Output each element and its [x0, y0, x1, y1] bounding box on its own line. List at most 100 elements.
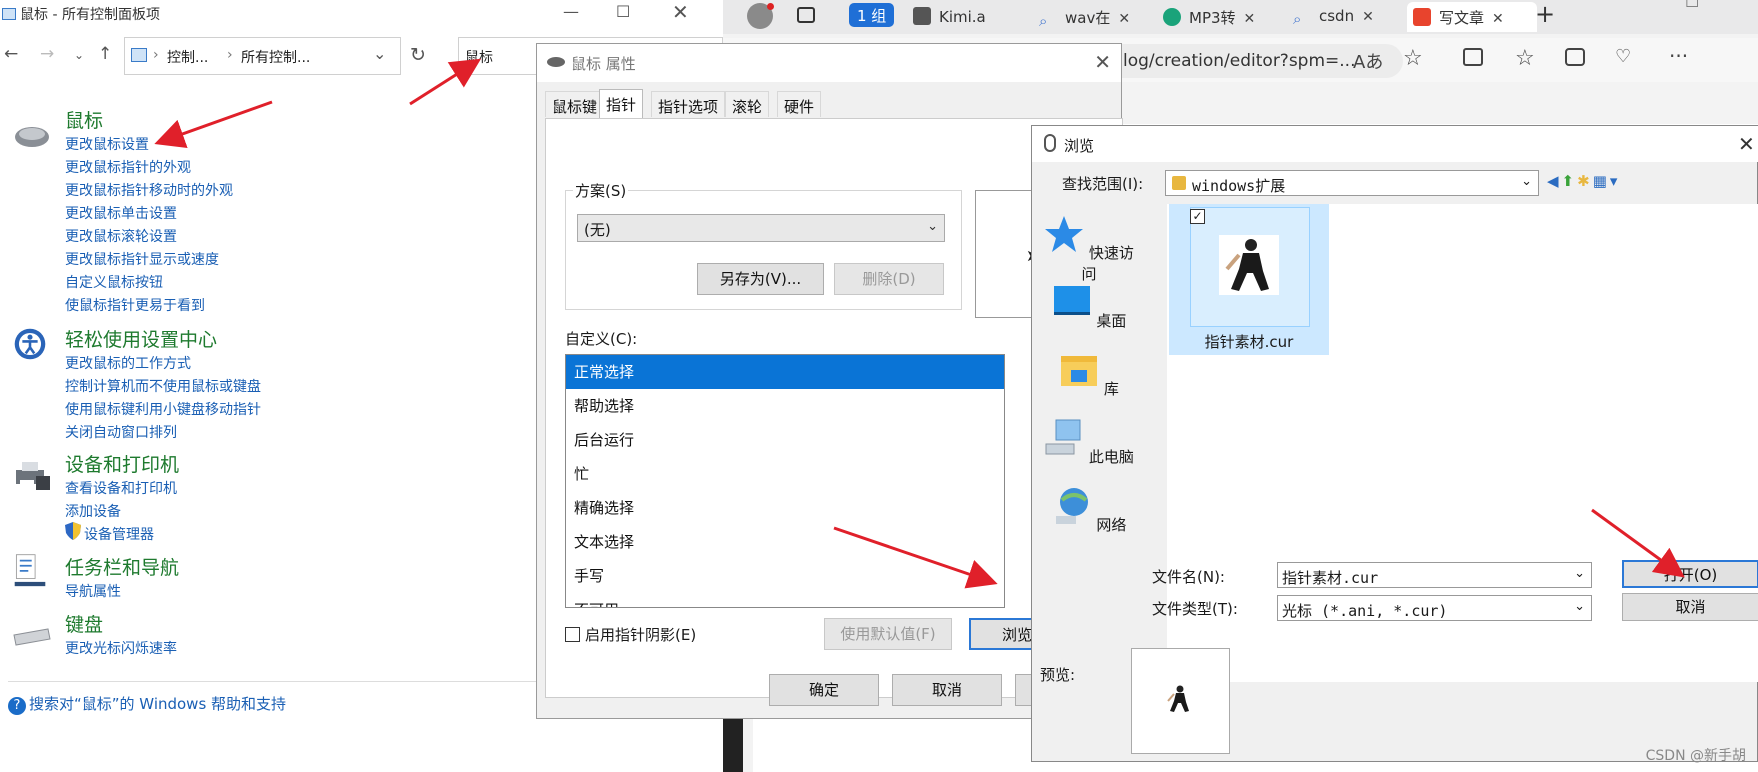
- shadow-checkbox[interactable]: 启用指针阴影(E): [565, 624, 696, 645]
- chevron-down-icon[interactable]: ⌄: [373, 44, 386, 63]
- tab-kimi[interactable]: Kimi.a: [913, 2, 1023, 32]
- close-icon[interactable]: ✕: [672, 0, 689, 24]
- cancel-button[interactable]: 取消: [892, 674, 1002, 706]
- link-custom-buttons[interactable]: 自定义鼠标按钮: [65, 272, 163, 292]
- category-title-keyboard[interactable]: 键盘: [65, 610, 103, 637]
- address-bar[interactable]: › 控制... › 所有控制... ⌄: [124, 37, 401, 75]
- link-no-mouse-keyboard[interactable]: 控制计算机而不使用鼠标或键盘: [65, 376, 261, 396]
- tab-csdn[interactable]: ⌕ csdn ✕: [1293, 2, 1403, 32]
- category-title-devices[interactable]: 设备和打印机: [65, 450, 179, 477]
- tab-wheel[interactable]: 滚轮: [725, 91, 770, 117]
- list-item[interactable]: 后台运行: [566, 423, 1004, 457]
- close-tab-icon[interactable]: ✕: [1118, 11, 1130, 27]
- link-add-device[interactable]: 添加设备: [65, 501, 121, 521]
- customize-label: 自定义(C):: [565, 330, 638, 348]
- link-cursor-blink[interactable]: 更改光标闪烁速率: [65, 638, 177, 658]
- place-quick-access[interactable]: 快速访问: [1044, 214, 1134, 284]
- back-icon[interactable]: ←: [4, 44, 18, 64]
- minimize-icon[interactable]: —: [563, 2, 579, 21]
- tab-buttons[interactable]: 鼠标键: [545, 91, 605, 117]
- forward-icon[interactable]: →: [40, 44, 54, 64]
- list-item[interactable]: 不可用: [566, 593, 1004, 607]
- tab-group-label[interactable]: 1 组: [849, 3, 895, 27]
- use-default-button[interactable]: 使用默认值(F): [824, 618, 952, 650]
- close-icon[interactable]: ✕: [1738, 132, 1755, 156]
- look-in-label: 查找范围(I):: [1062, 175, 1144, 193]
- link-device-manager[interactable]: 设备管理器: [84, 524, 154, 544]
- link-change-mouse-settings[interactable]: 更改鼠标设置: [65, 134, 149, 154]
- folder-toolbar: ◀⬆✱▦▾: [1547, 172, 1620, 190]
- link-pointer-speed[interactable]: 更改鼠标指针显示或速度: [65, 249, 219, 269]
- collections-icon[interactable]: [1565, 48, 1585, 66]
- places-bar: 快速访问 桌面 库 此电脑 网络: [1034, 202, 1144, 680]
- list-item[interactable]: 手写: [566, 559, 1004, 593]
- tab-wav[interactable]: ⌕ wav在 ✕: [1039, 2, 1149, 32]
- maximize-icon[interactable]: ☐: [616, 2, 630, 21]
- ok-button[interactable]: 确定: [769, 674, 879, 706]
- link-mouse-work[interactable]: 更改鼠标的工作方式: [65, 353, 191, 373]
- tab-mp3[interactable]: MP3转 ✕: [1163, 2, 1283, 32]
- list-item[interactable]: 帮助选择: [566, 389, 1004, 423]
- close-tab-icon[interactable]: ✕: [1362, 9, 1374, 25]
- new-folder-icon[interactable]: ✱: [1577, 172, 1593, 190]
- favorite-star-icon[interactable]: ☆: [1403, 46, 1423, 71]
- window-restore-icon[interactable]: ☐: [1685, 0, 1699, 11]
- tab-hardware[interactable]: 硬件: [777, 91, 822, 117]
- place-library[interactable]: 库: [1044, 350, 1134, 399]
- close-tab-icon[interactable]: ✕: [1244, 11, 1256, 27]
- tab-actions-icon[interactable]: [797, 7, 815, 23]
- link-wheel-settings[interactable]: 更改鼠标滚轮设置: [65, 226, 177, 246]
- list-item[interactable]: 文本选择: [566, 525, 1004, 559]
- link-navigation-properties[interactable]: 导航属性: [65, 581, 121, 601]
- filetype-select[interactable]: 光标 (*.ani, *.cur) ⌄: [1277, 595, 1592, 621]
- close-icon[interactable]: ✕: [1094, 50, 1111, 74]
- link-click-settings[interactable]: 更改鼠标单击设置: [65, 203, 177, 223]
- tab-write-article[interactable]: 写文章 ✕: [1407, 2, 1537, 32]
- new-tab-icon[interactable]: +: [1535, 0, 1555, 28]
- look-in-select[interactable]: windows扩展 ⌄: [1165, 170, 1539, 196]
- save-as-button[interactable]: 另存为(V)...: [697, 263, 824, 295]
- more-menu-icon[interactable]: ···: [1669, 44, 1688, 68]
- category-title-mouse[interactable]: 鼠标: [65, 106, 103, 133]
- back-icon[interactable]: ◀: [1547, 172, 1562, 190]
- close-tab-icon[interactable]: ✕: [1492, 11, 1504, 27]
- tab-pointers[interactable]: 指针: [599, 89, 644, 119]
- network-icon: [1055, 488, 1088, 524]
- delete-button[interactable]: 删除(D): [834, 263, 944, 295]
- help-link[interactable]: ? 搜索对“鼠标”的 Windows 帮助和支持: [8, 693, 286, 715]
- list-item[interactable]: 忙: [566, 457, 1004, 491]
- link-window-arrangement[interactable]: 关闭自动窗口排列: [65, 422, 177, 442]
- link-pointer-move-appearance[interactable]: 更改鼠标指针移动时的外观: [65, 180, 233, 200]
- link-view-devices[interactable]: 查看设备和打印机: [65, 478, 177, 498]
- cancel-button[interactable]: 取消: [1622, 593, 1758, 621]
- checkbox-icon[interactable]: ✓: [1190, 209, 1205, 224]
- link-pointer-appearance[interactable]: 更改鼠标指针的外观: [65, 157, 191, 177]
- up-icon[interactable]: ↑: [98, 44, 112, 64]
- category-title-taskbar[interactable]: 任务栏和导航: [65, 553, 179, 580]
- open-button[interactable]: 打开(O): [1622, 560, 1758, 588]
- read-aloud-icon[interactable]: Aあ: [1353, 48, 1383, 74]
- pointer-list[interactable]: 正常选择 帮助选择 后台运行 忙 精确选择 文本选择 手写 不可用: [565, 354, 1005, 608]
- view-menu-icon[interactable]: ▦▾: [1593, 172, 1621, 190]
- category-title-ease-of-access[interactable]: 轻松使用设置中心: [65, 325, 217, 352]
- control-panel-icon: [2, 8, 16, 20]
- refresh-icon[interactable]: ↻: [410, 44, 426, 66]
- scheme-select[interactable]: (无) ⌄: [577, 214, 945, 242]
- place-desktop[interactable]: 桌面: [1044, 282, 1134, 331]
- tab-pointer-options[interactable]: 指针选项: [651, 91, 726, 117]
- breadcrumb-item[interactable]: 所有控制...: [241, 47, 310, 67]
- file-item[interactable]: ✓ 指针素材.cur: [1169, 204, 1329, 355]
- filename-input[interactable]: 指针素材.cur ⌄: [1277, 562, 1592, 588]
- place-this-pc[interactable]: 此电脑: [1044, 418, 1134, 467]
- recent-chevron-icon[interactable]: ⌄: [74, 48, 84, 62]
- up-folder-icon[interactable]: ⬆: [1562, 172, 1578, 190]
- place-network[interactable]: 网络: [1044, 486, 1134, 535]
- breadcrumb-item[interactable]: 控制...: [167, 47, 208, 67]
- split-screen-icon[interactable]: [1463, 48, 1483, 66]
- performance-icon[interactable]: ♡: [1615, 46, 1631, 67]
- list-item[interactable]: 精确选择: [566, 491, 1004, 525]
- favorites-icon[interactable]: ☆: [1515, 46, 1535, 71]
- link-pointer-visibility[interactable]: 使鼠标指针更易于看到: [65, 295, 205, 315]
- list-item[interactable]: 正常选择: [566, 355, 1004, 389]
- link-mouse-keys[interactable]: 使用鼠标键利用小键盘移动指针: [65, 399, 261, 419]
